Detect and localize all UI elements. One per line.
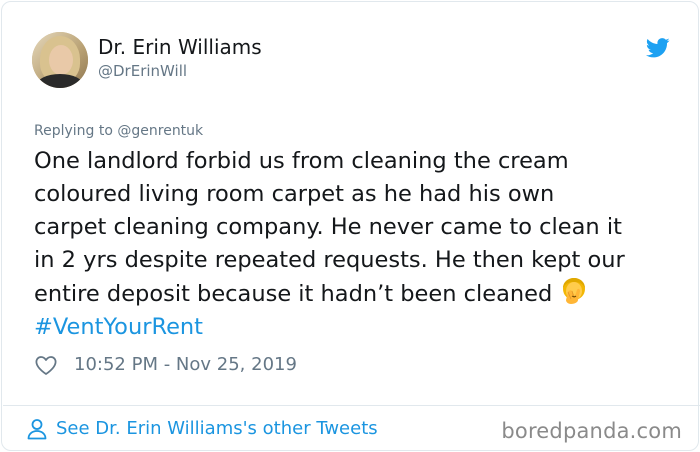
replying-to[interactable]: Replying to @genrentuk — [34, 123, 203, 139]
heart-icon[interactable] — [34, 353, 58, 377]
tweet-timestamp[interactable]: 10:52 PM - Nov 25, 2019 — [74, 354, 297, 375]
tweet-line: coloured living room carpet as he had hi… — [34, 181, 555, 207]
see-other-tweets-link[interactable]: See Dr. Erin Williams's other Tweets — [26, 416, 446, 442]
tweet-line: carpet cleaning company. He never came t… — [34, 214, 622, 240]
tweet-card: Dr. Erin Williams @DrErinWill Replying t… — [1, 1, 700, 451]
author-handle[interactable]: @DrErinWill — [98, 62, 187, 80]
tweet-line: in 2 yrs despite repeated requests. He t… — [34, 247, 625, 273]
person-icon — [27, 419, 47, 440]
divider — [3, 405, 700, 406]
face-palm-emoji — [563, 278, 586, 304]
tweet-header: Dr. Erin Williams @DrErinWill — [32, 32, 672, 92]
tweet-line-last: entire deposit because it hadn’t been cl… — [34, 277, 689, 311]
avatar[interactable] — [32, 32, 88, 88]
author-name[interactable]: Dr. Erin Williams — [98, 35, 262, 59]
tweet-meta: 10:52 PM - Nov 25, 2019 — [34, 352, 434, 378]
watermark: boredpanda.com — [501, 419, 682, 443]
tweet-text: One landlord forbid us from cleaning the… — [34, 145, 689, 344]
tweet-line: One landlord forbid us from cleaning the… — [34, 148, 569, 174]
see-other-tweets-label[interactable]: See Dr. Erin Williams's other Tweets — [56, 418, 378, 439]
tweet-line-text: entire deposit because it hadn’t been cl… — [34, 281, 553, 307]
hashtag-link[interactable]: #VentYourRent — [34, 311, 689, 344]
twitter-bird-icon[interactable] — [646, 38, 670, 58]
